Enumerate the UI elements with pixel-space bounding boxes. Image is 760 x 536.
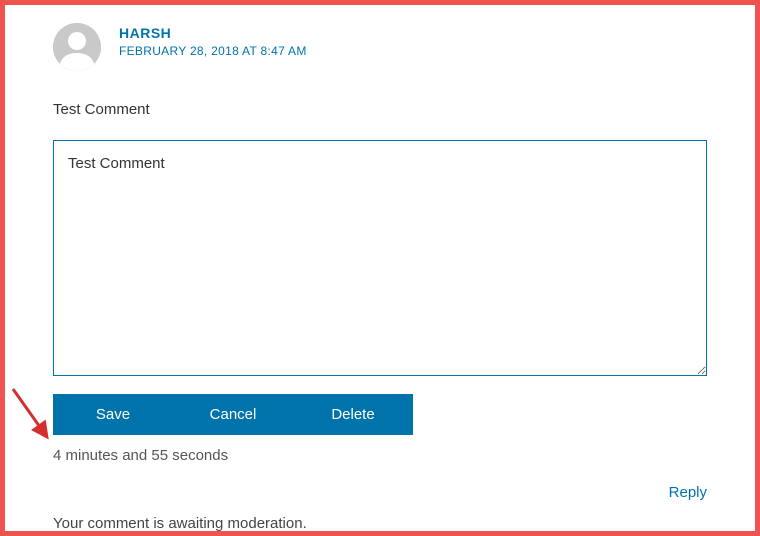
author-name[interactable]: HARSH [119,25,307,41]
comment-header: HARSH FEBRUARY 28, 2018 AT 8:47 AM [53,23,707,71]
reply-link-container: Reply [53,484,707,501]
comment-date-link[interactable]: FEBRUARY 28, 2018 AT 8:47 AM [119,44,307,58]
annotation-arrow [7,385,57,455]
comment-edit-textarea[interactable] [53,140,707,376]
avatar [53,23,101,71]
cancel-button[interactable]: Cancel [173,394,293,435]
save-button[interactable]: Save [53,394,173,435]
comment-edit-panel: HARSH FEBRUARY 28, 2018 AT 8:47 AM Test … [0,0,760,536]
author-block: HARSH FEBRUARY 28, 2018 AT 8:47 AM [119,23,307,58]
delete-button[interactable]: Delete [293,394,413,435]
reply-link[interactable]: Reply [669,484,707,501]
edit-timer-text: 4 minutes and 55 seconds [53,447,707,464]
button-row: Save Cancel Delete [53,394,707,435]
comment-body-text: Test Comment [53,101,707,118]
moderation-notice: Your comment is awaiting moderation. [53,515,707,532]
avatar-placeholder-icon [53,23,101,71]
